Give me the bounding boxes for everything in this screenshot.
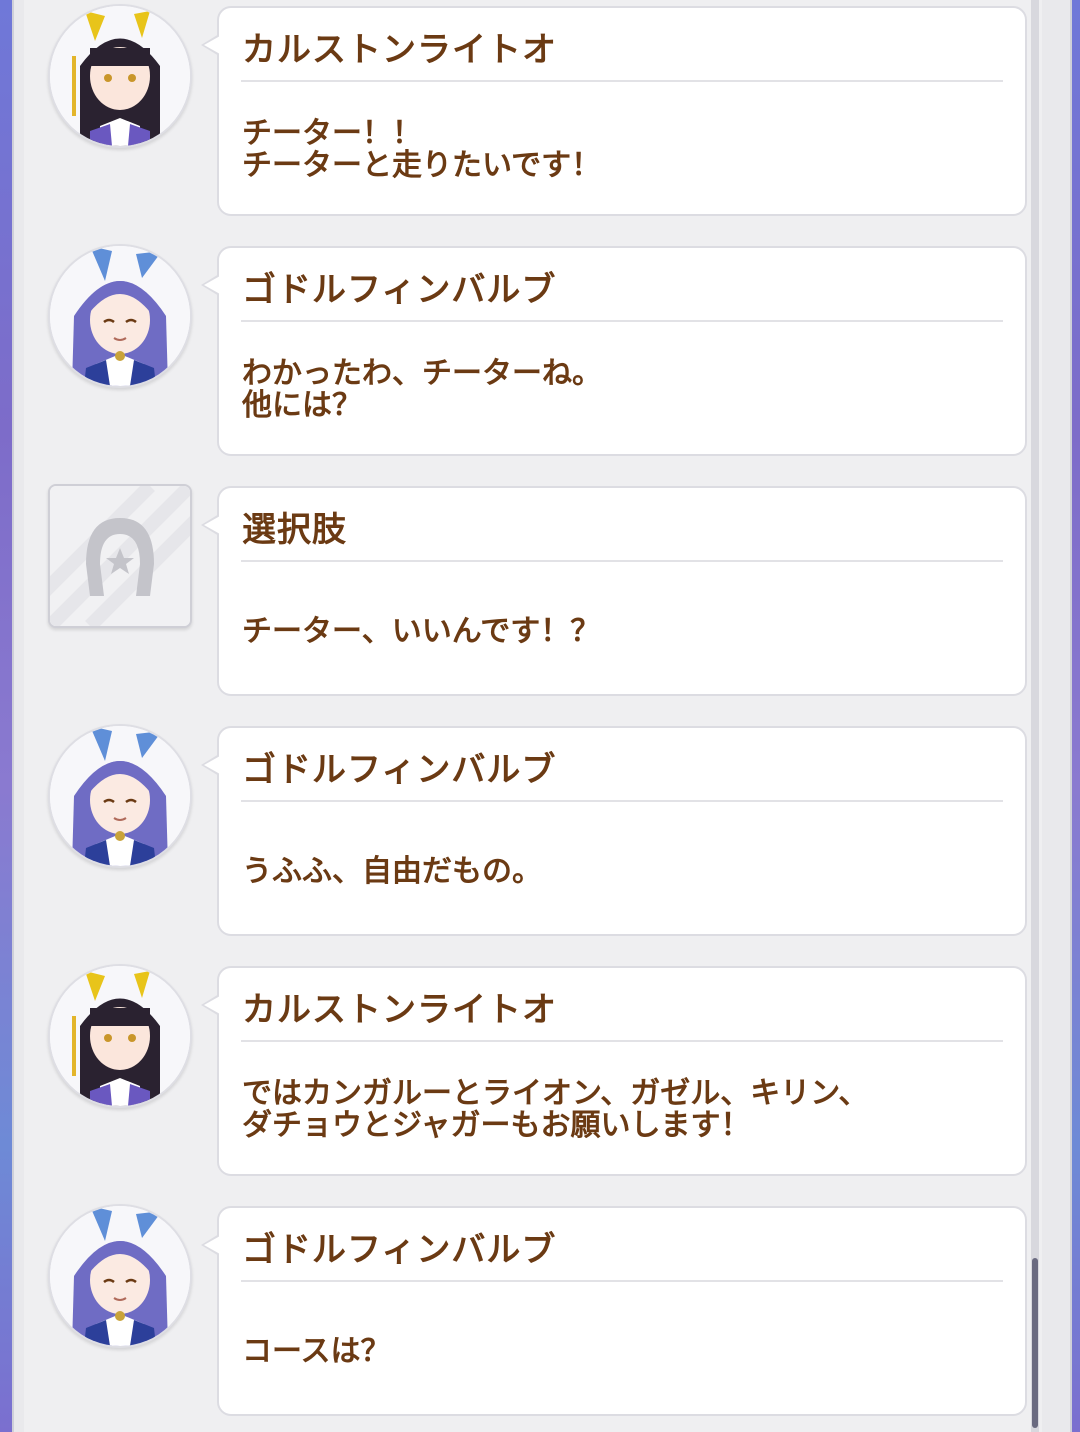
- speech-bubble: カルストンライトオ ではカンガルーとライオン、ガゼル、キリン、 ダチョウとジャガ…: [201, 966, 1027, 1176]
- dialogue-log-list[interactable]: カルストンライトオ チーター！！ チーターと走りたいです！ ゴドルフィンバルブ …: [24, 0, 1042, 1432]
- speaker-name: カルストンライトオ: [242, 990, 557, 1030]
- godolphin-avatar: [48, 724, 192, 868]
- godolphin-avatar: [48, 244, 192, 388]
- scrollbar-thumb[interactable]: [1032, 1258, 1038, 1428]
- speech-bubble: ゴドルフィンバルブ わかったわ、チーターね。 他には？: [201, 246, 1027, 456]
- speaker-name: ゴドルフィンバルブ: [242, 750, 557, 790]
- divider: [241, 1280, 1003, 1282]
- speech-bubble: ゴドルフィンバルブ うふふ、自由だもの。: [201, 726, 1027, 936]
- speaker-name: カルストンライトオ: [242, 30, 557, 70]
- message-text: コースは？: [242, 1334, 391, 1369]
- speech-bubble: ゴドルフィンバルブ コースは？: [201, 1206, 1027, 1416]
- divider: [241, 800, 1003, 802]
- message-text: チーター、いいんです！？: [242, 614, 601, 649]
- godolphin-avatar: [48, 1204, 192, 1348]
- message-text: ではカンガルーとライオン、ガゼル、キリン、 ダチョウとジャガーもお願いします！: [242, 1076, 869, 1143]
- speaker-name: ゴドルフィンバルブ: [242, 270, 557, 310]
- divider: [241, 560, 1003, 562]
- divider: [241, 80, 1003, 82]
- dialogue-entry: ゴドルフィンバルブ わかったわ、チーターね。 他には？: [24, 240, 1042, 456]
- karsten-avatar: [48, 964, 192, 1108]
- horseshoe-icon: [48, 484, 192, 628]
- message-text: うふふ、自由だもの。: [242, 854, 542, 889]
- divider: [241, 1040, 1003, 1042]
- dialogue-entry: 選択肢 チーター、いいんです！？: [24, 480, 1042, 696]
- dialogue-entry: ゴドルフィンバルブ コースは？: [24, 1200, 1042, 1416]
- speech-bubble: 選択肢 チーター、いいんです！？: [201, 486, 1027, 696]
- scrollbar-track[interactable]: [1031, 0, 1039, 1432]
- speaker-name: ゴドルフィンバルブ: [242, 1230, 557, 1270]
- karsten-avatar: [48, 4, 192, 148]
- speech-bubble: カルストンライトオ チーター！！ チーターと走りたいです！: [201, 6, 1027, 216]
- divider: [241, 320, 1003, 322]
- dialogue-entry: ゴドルフィンバルブ うふふ、自由だもの。: [24, 720, 1042, 936]
- speaker-name: 選択肢: [242, 510, 347, 550]
- dialogue-entry: カルストンライトオ チーター！！ チーターと走りたいです！: [24, 0, 1042, 216]
- message-text: チーター！！ チーターと走りたいです！: [242, 116, 602, 183]
- dialogue-entry: カルストンライトオ ではカンガルーとライオン、ガゼル、キリン、 ダチョウとジャガ…: [24, 960, 1042, 1176]
- message-text: わかったわ、チーターね。 他には？: [242, 356, 602, 423]
